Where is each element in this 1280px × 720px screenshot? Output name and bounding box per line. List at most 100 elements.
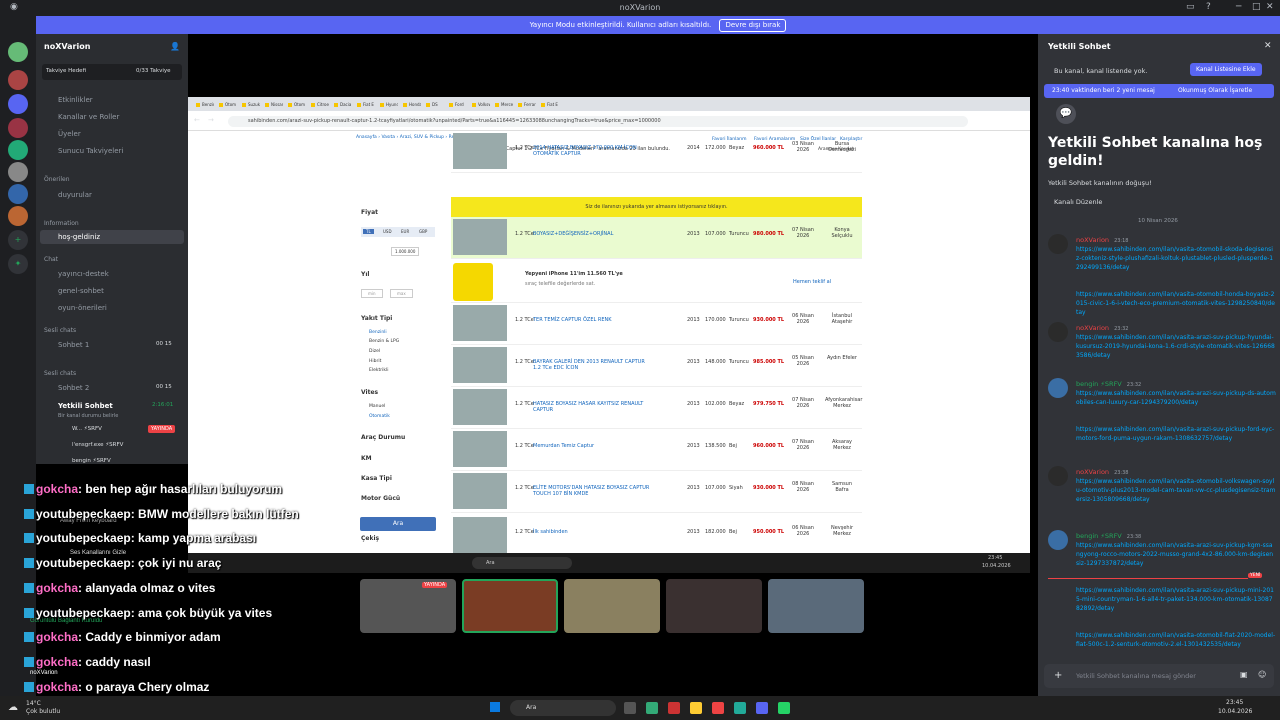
category-chat[interactable]: Chat — [44, 256, 58, 263]
avatar[interactable] — [1048, 234, 1068, 254]
menu-server-boosts[interactable]: Sunucu Takviyeleri — [58, 147, 123, 155]
channel-game-suggestions[interactable]: oyun-önerileri — [58, 304, 107, 312]
fuel-option[interactable]: Hibrit — [369, 359, 381, 364]
price-max-input[interactable]: 1.000.000 — [391, 247, 420, 256]
voice-channel-active[interactable]: Yetkili Sohbet — [58, 402, 113, 410]
listing-row[interactable]: 1.2 TCe ELİTE MOTORS'DAN HATASIZ BOYASIZ … — [451, 471, 862, 513]
inbox-icon[interactable]: ▭ — [1186, 2, 1195, 12]
browser-tab[interactable]: Merce — [493, 99, 513, 111]
fuel-option[interactable]: Elektrikli — [369, 368, 388, 373]
browser-tab[interactable]: Nissan — [263, 99, 283, 111]
currency-gbp[interactable]: GBP — [419, 229, 427, 234]
server-name[interactable]: noXVarion — [44, 42, 90, 51]
fuel-option[interactable]: Benzin & LPG — [369, 339, 399, 344]
emoji-icon[interactable]: ☺ — [1258, 670, 1266, 679]
listing-photo[interactable] — [453, 431, 507, 467]
taskview-icon[interactable] — [624, 702, 636, 714]
listing-title[interactable]: 2014 HATASIZ BOYASIZ 170.000 KM İCON OTO… — [533, 145, 653, 157]
message-link[interactable]: https://www.sahibinden.com/ilan/vasita-o… — [1076, 245, 1276, 272]
boost-goal-bar[interactable]: Takviye Hedefi 0/33 Takviye — [42, 64, 182, 80]
browser-tab[interactable]: Fiat E — [539, 99, 559, 111]
add-to-list-button[interactable]: Kanal Listesine Ekle — [1190, 63, 1262, 76]
browser-tab[interactable]: Volksw — [470, 99, 490, 111]
help-icon[interactable]: ? — [1206, 2, 1211, 12]
filter-power-label[interactable]: Motor Gücü — [361, 495, 400, 502]
browser-tab[interactable]: Dacia — [332, 99, 352, 111]
server-avatar[interactable] — [8, 94, 28, 114]
webcam-tile[interactable] — [666, 579, 762, 633]
message-author[interactable]: bengin ⚡SRFV 23:32 — [1076, 380, 1141, 388]
app-icon[interactable] — [734, 702, 746, 714]
voice-channel-2[interactable]: Sohbet 2 — [58, 384, 89, 392]
browser-tab[interactable]: DS Au — [424, 99, 444, 111]
gear-option[interactable]: Manuel — [369, 404, 385, 409]
whatsapp-icon[interactable] — [778, 702, 790, 714]
voice-channel-1[interactable]: Sohbet 1 — [58, 341, 89, 349]
fuel-option[interactable]: Benzinli — [369, 330, 387, 335]
category-voice-1[interactable]: Sesli chats — [44, 327, 76, 334]
message-author[interactable]: noXVarion 23:18 — [1076, 236, 1128, 244]
message-author[interactable]: noXVarion 23:38 — [1076, 468, 1128, 476]
close-window-icon[interactable]: ✕ — [1266, 2, 1274, 12]
category-featured[interactable]: Önerilen — [44, 176, 70, 183]
gif-icon[interactable]: ▣ — [1240, 670, 1248, 679]
listing-row[interactable]: 1.2 TCe 2014 HATASIZ BOYASIZ 170.000 KM İ… — [451, 131, 862, 173]
listing-photo[interactable] — [453, 473, 507, 509]
message-author[interactable]: noXVarion 23:32 — [1076, 324, 1128, 332]
discord-icon[interactable] — [756, 702, 768, 714]
edit-channel-button[interactable]: Kanalı Düzenle — [1054, 198, 1102, 206]
browser-tab[interactable]: Ferrar — [516, 99, 536, 111]
listing-title[interactable]: ELİTE MOTORS'DAN HATASIZ BOYASIZ CAPTUR … — [533, 485, 653, 497]
browser-tab[interactable]: Otom — [286, 99, 306, 111]
listing-photo[interactable] — [453, 219, 507, 255]
category-information[interactable]: Information — [44, 220, 79, 227]
year-min-input[interactable]: min — [361, 289, 383, 298]
listing-row[interactable]: 1.2 TCe TER TEMİZ CAPTUR ÖZEL RENK 2013 170… — [451, 303, 862, 345]
channel-welcome-active[interactable]: hoş-geldiniz — [40, 230, 184, 244]
webcam-tile[interactable] — [768, 579, 864, 633]
message-author[interactable]: bengin ⚡SRFV 23:38 — [1076, 532, 1141, 540]
webcam-tile[interactable] — [564, 579, 660, 633]
message-input[interactable]: Yetkili Sohbet kanalına mesaj gönder — [1076, 672, 1196, 680]
close-panel-icon[interactable]: ✕ — [1264, 41, 1272, 51]
server-avatar[interactable] — [8, 140, 28, 160]
listing-photo[interactable] — [453, 517, 507, 553]
menu-members[interactable]: Üyeler — [58, 130, 81, 138]
listing-title[interactable]: BOYASIZ+DEĞİŞENSİZ+ORJİNAL — [533, 231, 653, 237]
listing-title[interactable]: Memurdan Temiz Captur — [533, 443, 653, 449]
url-field[interactable]: sahibinden.com/arazi-suv-pickup-renault-… — [228, 116, 968, 127]
listing-title[interactable]: İlk sahibinden — [533, 529, 653, 535]
start-icon[interactable] — [490, 702, 500, 712]
webcam-tile[interactable]: YAYINDA — [360, 579, 456, 633]
forward-icon[interactable]: → — [208, 116, 214, 124]
message-link[interactable]: https://www.sahibinden.com/ilan/vasita-a… — [1076, 333, 1276, 360]
channel-announcements[interactable]: duyurular — [58, 191, 92, 199]
channel-streamer-support[interactable]: yayıncı-destek — [58, 270, 109, 278]
browser-tab[interactable]: Ford — [447, 99, 467, 111]
folder-icon[interactable] — [690, 702, 702, 714]
filter-drive-label[interactable]: Çekiş — [361, 535, 379, 542]
filter-condition-label[interactable]: Araç Durumu — [361, 434, 405, 441]
message-link[interactable]: https://www.sahibinden.com/ilan/vasita-o… — [1076, 290, 1276, 317]
browser-tab[interactable]: Fiat E — [355, 99, 375, 111]
listing-row[interactable]: 1.2 TCe BOYASIZ+DEĞİŞENSİZ+ORJİNAL 2013 107… — [451, 217, 862, 259]
message-link[interactable]: https://www.sahibinden.com/ilan/vasita-a… — [1076, 541, 1276, 568]
message-link[interactable]: https://www.sahibinden.com/ilan/vasita-o… — [1076, 477, 1276, 504]
explore-icon[interactable]: ✦ — [8, 254, 28, 274]
listing-row[interactable]: 1.2 TCe HATASIZ BOYASIZ HASAR KAYITSIZ RE… — [451, 387, 862, 429]
add-member-icon[interactable]: 👤 — [170, 42, 180, 51]
listing-photo[interactable] — [453, 305, 507, 341]
listing-row[interactable]: 1.2 TCe İlk sahibinden 2013 182.000 Bej 950.0… — [451, 515, 862, 553]
back-icon[interactable]: ← — [194, 116, 200, 124]
avatar[interactable] — [1048, 466, 1068, 486]
menu-channels-roles[interactable]: Kanallar ve Roller — [58, 113, 119, 121]
currency-eur[interactable]: EUR — [401, 229, 409, 234]
server-avatar[interactable] — [8, 42, 28, 62]
browser-tab[interactable]: Citroen — [309, 99, 329, 111]
taskbar-search[interactable]: Ara — [510, 700, 616, 716]
message-composer[interactable]: + Yetkili Sohbet kanalına mesaj gönder ▣… — [1044, 664, 1274, 688]
currency-tl[interactable]: TL — [363, 229, 374, 234]
filter-km-label[interactable]: KM — [361, 455, 372, 462]
minimize-icon[interactable]: ─ — [1236, 2, 1241, 12]
listing-row[interactable]: 1.2 TCe Memurdan Temiz Captur 2013 138.500 B… — [451, 429, 862, 471]
